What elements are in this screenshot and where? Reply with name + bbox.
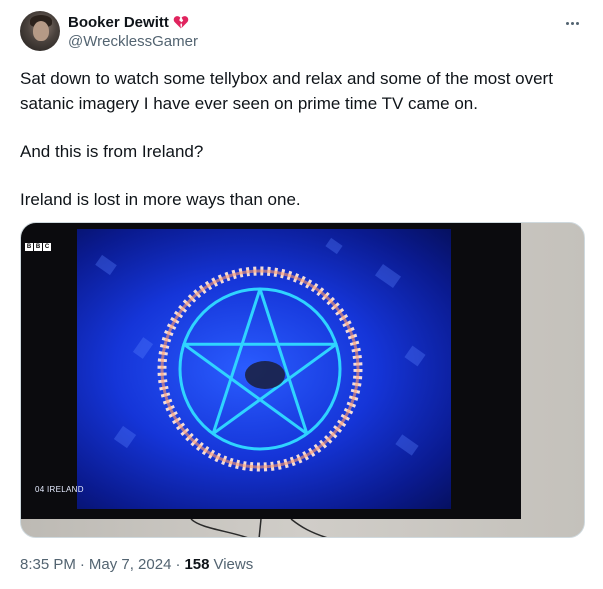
dot [570,21,574,25]
bbc-logo-letter: B [25,243,33,251]
pentagram-graphic [157,266,363,472]
tweet-meta: 8:35 PM · May 7, 2024 · 158 Views [20,556,253,573]
meta-separator: · [79,556,85,573]
tweet-media-photo[interactable]: B B C 04 IRELAND [20,222,585,538]
dot [565,21,569,25]
tv-frame: B B C 04 IRELAND [21,223,521,519]
broadcast-caption: 04 IRELAND [35,485,84,494]
tweet-text: Sat down to watch some tellybox and rela… [20,66,580,235]
tv-stand-cables [190,519,328,537]
views-count: 158 [184,556,210,573]
dot [575,21,579,25]
avatar[interactable] [20,11,60,51]
avatar-face [33,21,49,41]
views-label: Views [213,556,254,573]
bbc-logo-letter: B [34,243,42,251]
more-options-icon[interactable] [562,13,582,33]
author-display-name[interactable]: Booker Dewitt [68,14,169,31]
author-handle[interactable]: @WrecklessGamer [68,33,198,50]
tweet-card: Booker Dewitt @WrecklessGamer Sat down t… [0,0,603,589]
meta-separator: · [175,556,181,573]
author-name-row: Booker Dewitt [68,12,189,32]
bbc-logo-letter: C [43,243,51,251]
tv-screen [77,229,451,509]
tweet-date[interactable]: May 7, 2024 [89,556,172,573]
tweet-paragraph: Sat down to watch some tellybox and rela… [20,69,553,113]
tweet-paragraph: And this is from Ireland? [20,142,204,161]
bbc-logo: B B C [25,243,51,251]
tweet-time[interactable]: 8:35 PM [20,556,76,573]
broken-heart-icon [173,16,189,29]
tweet-paragraph: Ireland is lost in more ways than one. [20,190,301,209]
